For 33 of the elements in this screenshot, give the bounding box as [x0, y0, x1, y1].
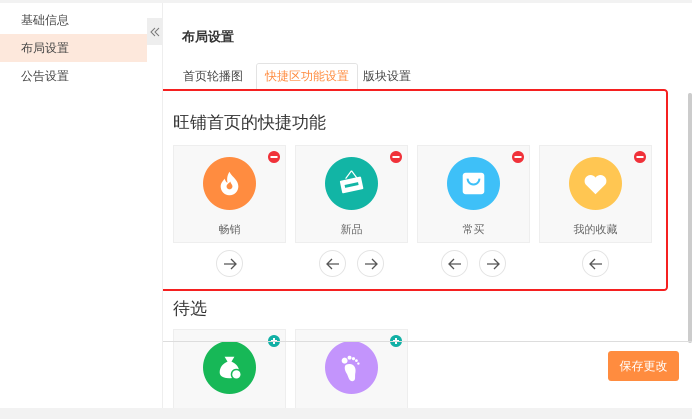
- move-left-button[interactable]: [582, 250, 609, 277]
- left-arrow-icon: [326, 258, 340, 270]
- scrollbar[interactable]: [688, 93, 692, 343]
- remove-icon[interactable]: [390, 151, 402, 163]
- tab[interactable]: 版块设置: [362, 63, 420, 89]
- right-arrow-icon: [222, 258, 236, 270]
- collapse-icon[interactable]: [150, 26, 160, 36]
- add-icon[interactable]: [390, 335, 402, 347]
- function-label: 新品: [340, 222, 362, 237]
- function-label: 畅销: [218, 222, 240, 237]
- page-title: 布局设置: [182, 29, 235, 46]
- section-heading: 旺铺首页的快捷功能: [173, 112, 327, 135]
- left-arrow-icon: [448, 258, 462, 270]
- sidebar-item[interactable]: 公告设置: [0, 62, 147, 90]
- function-label: 我的收藏: [574, 222, 618, 237]
- move-right-button[interactable]: [216, 250, 243, 277]
- move-left-button[interactable]: [319, 250, 346, 277]
- remove-icon[interactable]: [512, 151, 524, 163]
- right-arrow-icon: [364, 258, 378, 270]
- right-arrow-icon: [486, 258, 500, 270]
- sidebar-item[interactable]: 布局设置: [0, 34, 147, 62]
- left-arrow-icon: [588, 258, 602, 270]
- move-right-button[interactable]: [479, 250, 506, 277]
- tab[interactable]: 首页轮播图: [182, 63, 252, 89]
- collapse-button[interactable]: [147, 18, 162, 45]
- add-icon[interactable]: [268, 335, 280, 347]
- function-label: 常买: [462, 222, 484, 237]
- sidebar-item[interactable]: 基础信息: [0, 6, 147, 34]
- section-heading: 待选: [173, 298, 208, 321]
- move-right-button[interactable]: [357, 250, 384, 277]
- remove-icon[interactable]: [634, 151, 646, 163]
- remove-icon[interactable]: [268, 151, 280, 163]
- move-left-button[interactable]: [441, 250, 468, 277]
